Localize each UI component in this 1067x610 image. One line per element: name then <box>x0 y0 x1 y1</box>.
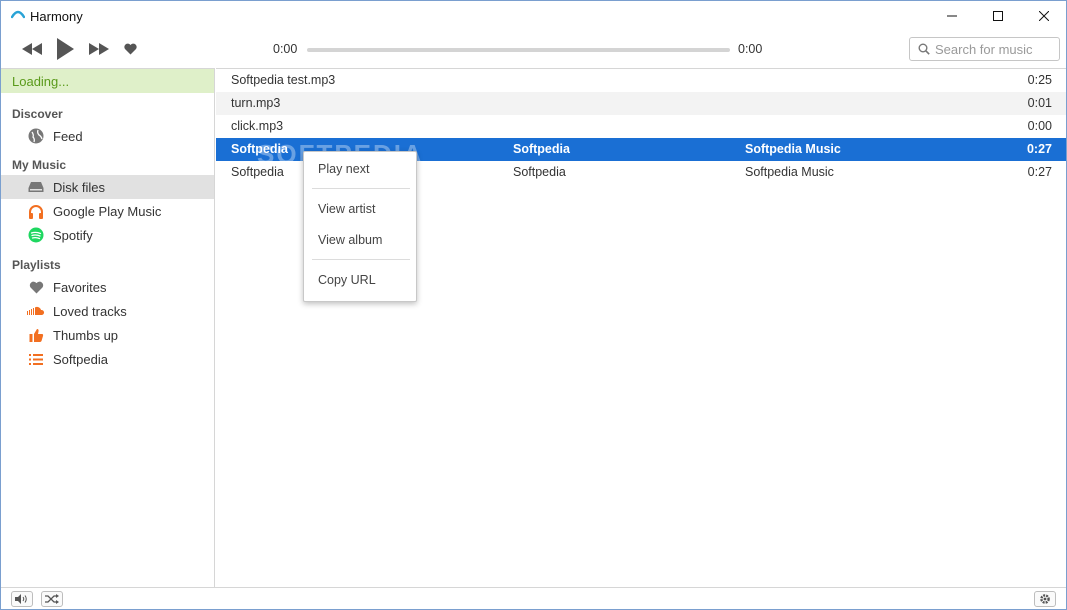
shuffle-button[interactable] <box>41 591 63 607</box>
play-icon <box>57 38 74 60</box>
table-row[interactable]: Softpedia test.mp3 0:25 <box>216 69 1066 92</box>
track-title: turn.mp3 <box>231 96 281 110</box>
status-bar <box>1 587 1066 609</box>
player-toolbar: 0:00 0:00 <box>1 31 1066 68</box>
track-duration: 0:01 <box>1027 96 1052 110</box>
sidebar-item-loved-tracks[interactable]: Loved tracks <box>1 299 214 323</box>
elapsed-time: 0:00 <box>273 42 298 56</box>
harmony-logo-icon <box>11 10 25 19</box>
playlists-heading: Playlists <box>12 258 61 272</box>
sidebar-item-label: Thumbs up <box>53 327 119 343</box>
list-icon <box>27 350 45 368</box>
fast-forward-icon <box>89 43 109 55</box>
volume-button[interactable] <box>11 591 33 607</box>
sidebar-item-label: Disk files <box>53 179 106 195</box>
gear-icon <box>1040 594 1050 604</box>
context-menu: Play next View artist View album Copy UR… <box>303 151 417 302</box>
total-time: 0:00 <box>738 42 763 56</box>
track-album: Softpedia Music <box>745 142 841 156</box>
previous-button[interactable] <box>22 41 42 57</box>
speaker-icon <box>15 594 27 604</box>
next-button[interactable] <box>89 41 109 57</box>
minimize-icon <box>947 15 957 17</box>
play-button[interactable] <box>54 38 76 60</box>
track-album: Softpedia Music <box>745 165 834 179</box>
loading-banner: Loading... <box>1 69 214 93</box>
track-list: Softpedia test.mp3 0:25 turn.mp3 0:01 cl… <box>216 68 1066 587</box>
soundcloud-icon <box>27 302 45 320</box>
search-input[interactable] <box>935 41 1055 57</box>
menu-item-view-artist[interactable]: View artist <box>318 202 375 216</box>
sidebar-item-favorites[interactable]: Favorites <box>1 275 214 299</box>
track-artist: Softpedia <box>513 142 570 156</box>
window-title: Harmony <box>30 9 83 24</box>
track-title: Softpedia test.mp3 <box>231 73 336 87</box>
sidebar-item-label: Favorites <box>53 279 107 295</box>
close-button[interactable] <box>1021 1 1067 31</box>
sidebar-item-disk-files[interactable]: Disk files <box>1 175 214 199</box>
close-icon <box>1039 11 1049 21</box>
sidebar-item-label: Loved tracks <box>53 303 127 319</box>
table-row[interactable]: click.mp3 0:00 <box>216 115 1066 138</box>
sidebar-item-softpedia[interactable]: Softpedia <box>1 347 214 371</box>
track-duration: 0:00 <box>1027 119 1052 133</box>
sidebar-item-thumbs-up[interactable]: Thumbs up <box>1 323 214 347</box>
mymusic-heading: My Music <box>12 158 67 172</box>
table-row[interactable]: turn.mp3 0:01 <box>216 92 1066 115</box>
track-title: Softpedia <box>231 165 284 179</box>
sidebar: Loading... Discover Feed My Music Disk f… <box>1 68 215 587</box>
discover-heading: Discover <box>12 107 63 121</box>
headphones-icon <box>27 202 45 220</box>
track-artist: Softpedia <box>513 165 566 179</box>
shuffle-icon <box>45 594 59 604</box>
globe-icon <box>27 127 45 145</box>
menu-divider <box>312 259 410 260</box>
sidebar-item-feed[interactable]: Feed <box>1 124 214 148</box>
track-title: Softpedia <box>231 142 288 156</box>
menu-divider <box>312 188 410 189</box>
menu-item-copy-url[interactable]: Copy URL <box>318 273 376 287</box>
menu-item-play-next[interactable]: Play next <box>318 162 369 176</box>
minimize-button[interactable] <box>929 1 975 31</box>
maximize-icon <box>993 11 1003 21</box>
sidebar-item-label: Feed <box>53 128 83 144</box>
favorite-button[interactable] <box>123 42 137 56</box>
seek-bar[interactable] <box>307 48 730 52</box>
sidebar-item-google-play-music[interactable]: Google Play Music <box>1 199 214 223</box>
track-duration: 0:27 <box>1026 142 1052 156</box>
disk-icon <box>27 178 45 196</box>
sidebar-item-spotify[interactable]: Spotify <box>1 223 214 247</box>
menu-item-view-album[interactable]: View album <box>318 233 382 247</box>
sidebar-item-label: Google Play Music <box>53 203 162 219</box>
track-duration: 0:25 <box>1027 73 1052 87</box>
sidebar-item-label: Spotify <box>53 227 93 243</box>
maximize-button[interactable] <box>975 1 1021 31</box>
app-window: Harmony 0:00 0:00 Lo <box>0 0 1067 610</box>
track-duration: 0:27 <box>1027 165 1052 179</box>
track-title: click.mp3 <box>231 119 284 133</box>
spotify-icon <box>27 226 45 244</box>
sidebar-item-label: Softpedia <box>53 351 108 367</box>
search-box[interactable] <box>909 37 1060 61</box>
settings-button[interactable] <box>1034 591 1056 607</box>
title-bar: Harmony <box>1 1 1066 31</box>
heart-icon <box>123 43 137 55</box>
thumbs-up-icon <box>27 326 45 344</box>
search-icon <box>918 43 930 55</box>
heart-icon <box>27 278 45 296</box>
rewind-icon <box>22 43 42 55</box>
